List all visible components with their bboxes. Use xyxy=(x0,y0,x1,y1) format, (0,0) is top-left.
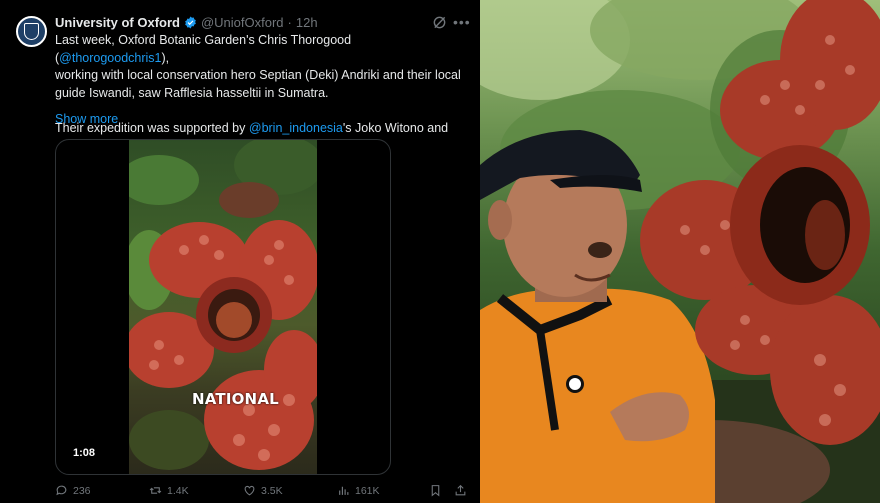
like-button[interactable]: 3.5K xyxy=(243,484,283,497)
reply-icon xyxy=(56,485,67,496)
post-time[interactable]: 12h xyxy=(296,15,318,30)
views-count: 161K xyxy=(355,484,380,497)
separator-dot: · xyxy=(287,15,292,30)
avatar[interactable] xyxy=(16,16,47,47)
repost-icon xyxy=(149,487,162,494)
bookmark-button[interactable] xyxy=(429,484,442,497)
body-text-para2-suffix: 's Joko Witono and xyxy=(342,120,449,135)
like-count: 3.5K xyxy=(261,484,283,497)
reply-count: 236 xyxy=(73,484,91,497)
share-button[interactable] xyxy=(454,484,467,497)
repost-count: 1.4K xyxy=(167,484,189,497)
share-icon xyxy=(455,484,466,496)
video-player[interactable]: NATIONAL 1:08 xyxy=(55,139,391,475)
user-handle[interactable]: @UniofOxford xyxy=(201,15,284,30)
mention-link-thorogood[interactable]: @thorogoodchris1 xyxy=(59,51,161,65)
views-button[interactable]: 161K xyxy=(337,484,380,497)
verified-badge-icon xyxy=(185,16,196,29)
bookmark-icon xyxy=(431,485,440,497)
tweet-header: University of Oxford @UniofOxford · 12h xyxy=(55,15,318,30)
video-frame[interactable]: NATIONAL xyxy=(129,140,317,474)
mention-link-brin[interactable]: @brin_indonesia xyxy=(249,121,343,135)
like-icon xyxy=(244,485,255,496)
body-text-line3: guide Iswandi, saw Rafflesia hasseltii i… xyxy=(55,85,329,100)
body-text-line2: working with local conservation hero Sep… xyxy=(55,68,461,82)
oxford-crest-icon xyxy=(24,23,39,40)
body-text-line1-suffix: ), xyxy=(161,50,170,65)
views-icon xyxy=(339,486,349,495)
action-bar: 236 1.4K 3.5K 161K xyxy=(55,484,470,500)
rafflesia-photo xyxy=(480,0,880,503)
video-overlay-text: NATIONAL xyxy=(192,390,279,408)
display-name[interactable]: University of Oxford xyxy=(55,15,180,30)
more-options-icon[interactable]: ••• xyxy=(453,15,470,29)
man-with-rafflesia-image xyxy=(480,0,880,503)
tweet-card[interactable]: University of Oxford @UniofOxford · 12h … xyxy=(0,0,480,503)
show-more-link[interactable]: Show more xyxy=(55,112,118,126)
grok-icon[interactable] xyxy=(432,15,447,30)
video-duration: 1:08 xyxy=(70,446,99,460)
repost-button[interactable]: 1.4K xyxy=(149,484,189,497)
reply-button[interactable]: 236 xyxy=(55,484,91,497)
rafflesia-video-still xyxy=(129,140,317,470)
